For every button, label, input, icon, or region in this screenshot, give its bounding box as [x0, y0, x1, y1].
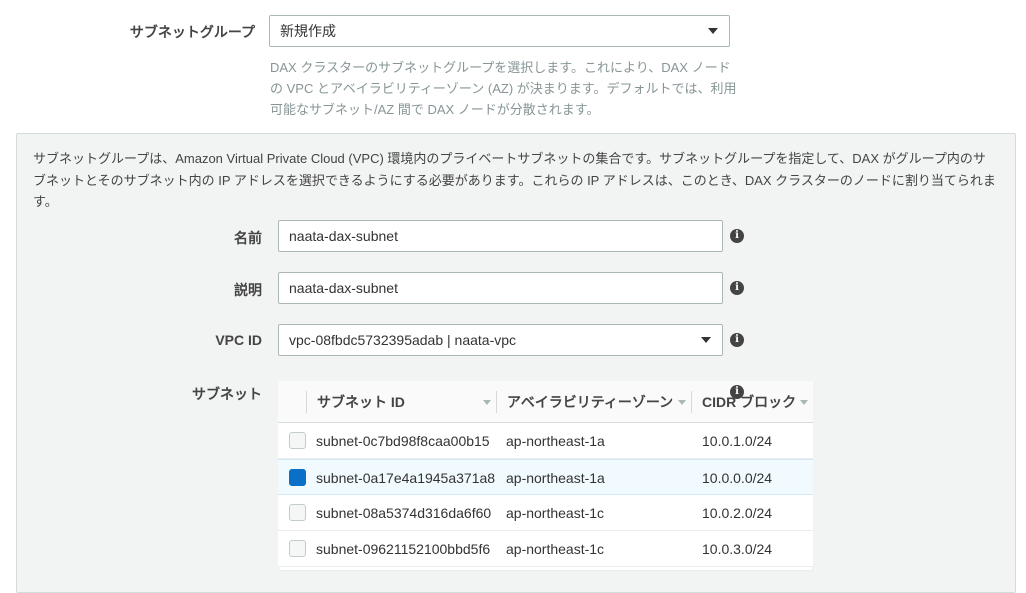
subnet-id-cell: subnet-08a5374d316da6f60	[316, 505, 492, 521]
subnet-group-value: 新規作成	[280, 23, 336, 39]
subnet-group-label: サブネットグループ	[129, 24, 255, 40]
info-icon[interactable]: i	[730, 281, 744, 295]
cidr-cell: 10.0.2.0/24	[702, 505, 773, 521]
row-checkbox[interactable]	[289, 504, 306, 521]
row-checkbox[interactable]	[289, 469, 306, 486]
subnet-id-cell: subnet-09621152100bbd5f6	[316, 541, 491, 557]
az-cell: ap-northeast-1c	[506, 505, 605, 521]
sort-icon	[483, 400, 491, 405]
vpc-select-value: vpc-08fbdc5732395adab | naata-vpc	[289, 332, 517, 348]
name-input[interactable]: naata-dax-subnet	[278, 220, 723, 252]
panel-description: サブネットグループは、Amazon Virtual Private Cloud …	[33, 151, 996, 209]
info-icon[interactable]: i	[730, 229, 744, 243]
info-icon[interactable]: i	[730, 385, 744, 399]
description-input[interactable]: naata-dax-subnet	[278, 272, 723, 304]
table-row[interactable]: subnet-09621152100bbd5f6 ap-northeast-1c…	[278, 531, 813, 567]
column-subnet-id[interactable]: サブネット ID	[317, 381, 497, 423]
info-icon[interactable]: i	[730, 333, 744, 347]
description-label: 説明	[234, 282, 262, 298]
sort-icon	[678, 400, 686, 405]
row-checkbox[interactable]	[289, 540, 306, 557]
table-row[interactable]: subnet-0a17e4a1945a371a8 ap-northeast-1a…	[278, 459, 813, 495]
subnets-label: サブネット	[192, 386, 262, 402]
caret-down-icon	[708, 28, 718, 34]
subnet-id-cell: subnet-0c7bd98f8caa00b15	[316, 433, 490, 449]
cidr-cell: 10.0.3.0/24	[702, 541, 773, 557]
table-row[interactable]: subnet-0c7bd98f8caa00b15 ap-northeast-1a…	[278, 423, 813, 459]
table-row[interactable]: subnet-08a5374d316da6f60 ap-northeast-1c…	[278, 495, 813, 531]
sort-icon	[800, 400, 808, 405]
description-input-value: naata-dax-subnet	[289, 280, 398, 296]
cidr-cell: 10.0.0.0/24	[702, 470, 773, 486]
name-label: 名前	[234, 230, 262, 246]
cidr-cell: 10.0.1.0/24	[702, 433, 773, 449]
subnet-group-select[interactable]: 新規作成	[269, 15, 730, 47]
vpc-label: VPC ID	[215, 332, 262, 348]
name-input-value: naata-dax-subnet	[289, 228, 398, 244]
row-checkbox[interactable]	[289, 432, 306, 449]
subnet-id-cell: subnet-0a17e4a1945a371a8	[316, 470, 496, 486]
vpc-select[interactable]: vpc-08fbdc5732395adab | naata-vpc	[278, 324, 723, 356]
az-cell: ap-northeast-1a	[506, 470, 605, 486]
subnet-group-help-text: DAX クラスターのサブネットグループを選択します。これにより、DAX ノードの…	[270, 60, 737, 117]
column-availability-zone[interactable]: アベイラビリティーゾーン	[507, 381, 677, 423]
caret-down-icon	[701, 337, 711, 343]
az-cell: ap-northeast-1a	[506, 433, 605, 449]
column-cidr-block[interactable]: CIDR ブロック	[702, 381, 802, 423]
az-cell: ap-northeast-1c	[506, 541, 605, 557]
